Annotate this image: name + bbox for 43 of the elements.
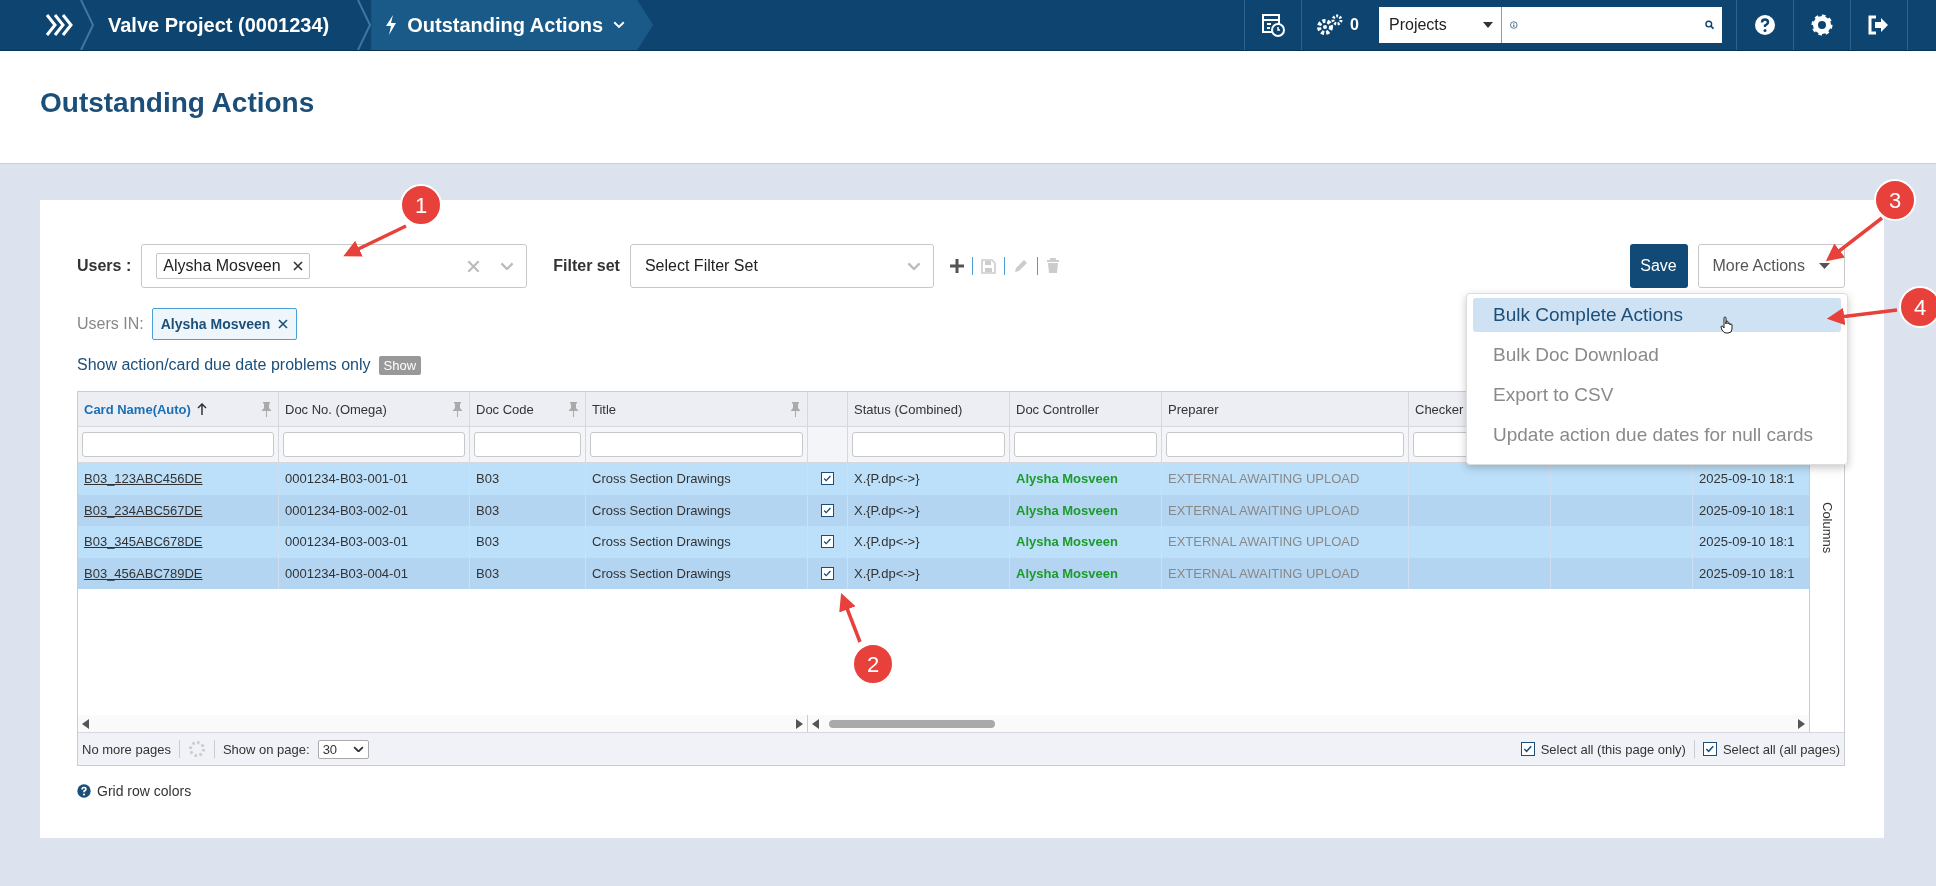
table-cell: X.{P.dp<->} [854, 471, 920, 487]
table-cell: B03 [476, 471, 500, 487]
table-cell: EXTERNAL AWAITING UPLOAD [1168, 534, 1360, 550]
table-cell: 0001234-B03-003-01 [285, 534, 408, 550]
due-date-filter-text: Show action/card due date problems only [77, 356, 371, 374]
table-cell: EXTERNAL AWAITING UPLOAD [1168, 565, 1360, 581]
filter-set-label: Filter set [553, 257, 620, 275]
callout-badge: 3 [1874, 179, 1916, 221]
callout-badge: 1 [400, 184, 442, 226]
callout-badge: 2 [852, 643, 894, 685]
table-cell: Cross Section Drawings [592, 565, 731, 581]
table-cell: B03 [476, 534, 500, 550]
callout-badge: 4 [1899, 286, 1936, 328]
table-cell: Cross Section Drawings [592, 502, 731, 518]
user-tag: Alysha Mosveen [156, 253, 310, 279]
table-cell: 0001234-B03-001-01 [285, 471, 408, 487]
select-all-label: Select all (all pages) [1722, 741, 1840, 757]
table-cell: 2025-09-10 18:1 [1699, 471, 1795, 487]
table-cell: EXTERNAL AWAITING UPLOAD [1168, 471, 1360, 487]
table-cell: 0001234-B03-004-01 [285, 565, 408, 581]
page-size-label: Show on page: [222, 741, 310, 757]
table-cell: X.{P.dp<->} [854, 502, 920, 518]
table-cell: B03 [476, 565, 500, 581]
table-cell: Alysha Mosveen [1016, 471, 1118, 487]
table-cell: Cross Section Drawings [592, 471, 731, 487]
users-in-label: Users IN: [77, 315, 144, 333]
table-cell: EXTERNAL AWAITING UPLOAD [1168, 502, 1360, 518]
page-title: Outstanding Actions [40, 87, 315, 120]
paging-status: No more pages [82, 741, 171, 757]
table-cell: 2025-09-10 18:1 [1699, 502, 1795, 518]
table-cell: 2025-09-10 18:1 [1699, 534, 1795, 550]
table-cell: 0001234-B03-002-01 [285, 502, 408, 518]
table-cell: Alysha Mosveen [1016, 502, 1118, 518]
table-cell: Alysha Mosveen [1016, 534, 1118, 550]
table-cell: 2025-09-10 18:1 [1699, 565, 1795, 581]
table-cell: B03 [476, 502, 500, 518]
select-all-label: Select all (this page only) [1540, 741, 1686, 757]
table-cell: X.{P.dp<->} [854, 534, 920, 550]
table-cell: Cross Section Drawings [592, 534, 731, 550]
user-tag: Alysha Mosveen [151, 308, 298, 340]
table-cell: X.{P.dp<->} [854, 565, 920, 581]
users-label: Users : [77, 257, 132, 275]
table-cell: Alysha Mosveen [1016, 565, 1118, 581]
